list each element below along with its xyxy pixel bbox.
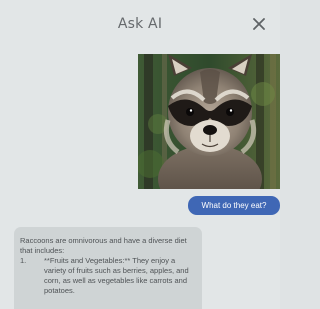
list-item-number: 1. [20,256,27,265]
ask-ai-panel: Ask AI What do they eat? Raccoons are om… [0,0,280,309]
user-message-bubble: What do they eat? [188,196,280,215]
panel-header: Ask AI [0,0,280,50]
ai-response-intro: Raccoons are omnivorous and have a diver… [20,236,187,255]
list-item-text: **Fruits and Vegetables:** They enjoy a … [44,256,189,295]
panel-title: Ask AI [117,16,163,32]
raccoon-image [138,54,280,189]
ai-response-bubble: Raccoons are omnivorous and have a diver… [14,227,202,309]
close-icon[interactable] [249,14,269,34]
list-item: 1. **Fruits and Vegetables:** They enjoy… [20,256,194,296]
